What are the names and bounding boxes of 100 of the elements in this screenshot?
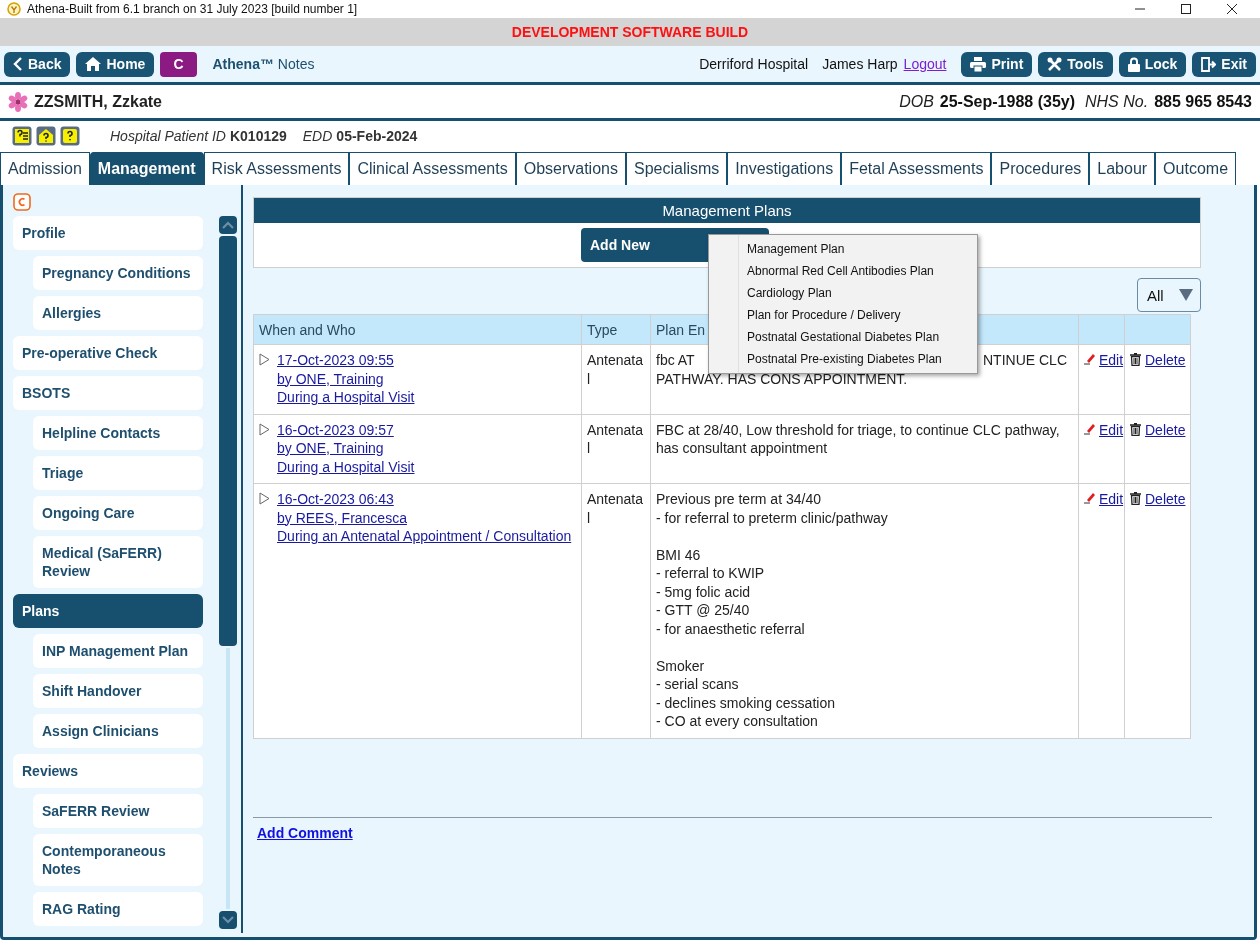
plan-text: NTINUE CLC	[983, 351, 1067, 370]
nav-item[interactable]: Plans	[13, 594, 203, 628]
menu-item[interactable]: Postnatal Pre-existing Diabetes Plan	[709, 348, 977, 370]
nav-subitem[interactable]: Contemporaneous Notes	[33, 834, 203, 886]
nav-item[interactable]: BSOTS	[13, 376, 203, 410]
author-link[interactable]: by REES, Francesca	[277, 508, 407, 527]
nav-subitem[interactable]: Medical (SaFERR) Review	[33, 536, 203, 588]
filter-dropdown[interactable]: All	[1137, 278, 1201, 312]
entry-date-link[interactable]: 16-Oct-2023 06:43	[277, 490, 394, 509]
tab[interactable]: Fetal Assessments	[841, 152, 992, 185]
edit-link[interactable]: Edit	[1099, 351, 1124, 370]
tab[interactable]: Specialisms	[625, 152, 728, 185]
nav-subitem[interactable]: INP Management Plan	[33, 634, 203, 668]
toolbar-button[interactable]: Print	[961, 51, 1033, 77]
questionnaire-flag-icon[interactable]	[12, 125, 32, 146]
plan-text: - GTT @ 25/40	[656, 602, 750, 618]
scrollbar-thumb[interactable]	[219, 236, 237, 646]
tab[interactable]: Labour	[1089, 152, 1156, 185]
nav-subitem[interactable]: Assign Clinicians	[33, 714, 203, 748]
section-title: Management Plans	[662, 202, 792, 219]
app-icon	[7, 2, 21, 16]
edit-link[interactable]: Edit	[1099, 420, 1124, 439]
plan-text: - declines smoking cessation	[656, 694, 835, 711]
nav-subitem[interactable]: Helpline Contacts	[33, 416, 203, 450]
nav-item[interactable]: Reviews	[13, 754, 203, 788]
expand-icon[interactable]	[259, 353, 270, 366]
type-cell-text: Antenatal	[587, 351, 645, 388]
nhs-value: 885 965 8543	[1154, 92, 1252, 111]
hospital-id-label: Hospital Patient ID	[110, 127, 226, 144]
logout-link[interactable]: Logout	[903, 56, 947, 72]
expand-icon[interactable]	[259, 492, 270, 505]
context-button[interactable]: C	[160, 51, 197, 77]
nav-item[interactable]: Profile	[13, 216, 203, 250]
nav-subitem[interactable]: Triage	[33, 456, 203, 490]
context-link[interactable]: During an Antenatal Appointment / Consultation	[277, 527, 572, 546]
maximize-icon[interactable]	[1180, 3, 1192, 15]
note-flag-icon[interactable]	[60, 125, 80, 146]
context-link[interactable]: During a Hospital Visit	[277, 388, 415, 407]
tab[interactable]: Clinical Assessments	[349, 152, 516, 185]
entry-date-link[interactable]: 16-Oct-2023 09:57	[277, 420, 394, 439]
trash-icon[interactable]	[1130, 492, 1141, 505]
plan-text: - 5mg folic acid	[656, 583, 751, 600]
toolbar-button[interactable]: Lock	[1118, 51, 1187, 77]
hospital-name: Derriford Hospital	[699, 56, 809, 72]
menu-item[interactable]: Abnormal Red Cell Antibodies Plan	[709, 260, 977, 282]
edit-link[interactable]: Edit	[1099, 490, 1124, 509]
nav-subitem[interactable]: RAG Rating	[33, 892, 203, 926]
add-comment-link[interactable]: Add Comment	[257, 825, 353, 841]
nav-button[interactable]: Home	[76, 51, 155, 77]
pencil-icon[interactable]	[1084, 353, 1095, 365]
nav-subitem[interactable]: Shift Handover	[33, 674, 203, 708]
menu-item[interactable]: Cardiology Plan	[709, 282, 977, 304]
scroll-down-icon[interactable]	[222, 916, 234, 924]
plan-text: fbc AT	[656, 351, 695, 370]
nav-subitem[interactable]: Ongoing Care	[33, 496, 203, 530]
entry-date-link[interactable]: 17-Oct-2023 09:55	[277, 351, 394, 370]
trash-icon[interactable]	[1130, 353, 1141, 366]
nav-subitem[interactable]: SaFERR Review	[33, 794, 203, 828]
expand-icon[interactable]	[259, 422, 270, 436]
tools-icon	[1047, 56, 1063, 72]
toolbar-button[interactable]: Exit	[1192, 51, 1256, 77]
toolbar-button[interactable]: Tools	[1038, 51, 1113, 77]
plan-text: - for referral to preterm clinic/pathway	[656, 509, 888, 526]
plan-text: has consultant appointment	[656, 440, 828, 456]
nav-subitem[interactable]: Allergies	[33, 296, 203, 330]
scroll-up-icon[interactable]	[222, 221, 234, 229]
tab[interactable]: Observations	[515, 152, 626, 185]
menu-item[interactable]: Postnatal Gestational Diabetes Plan	[709, 326, 977, 348]
nav-button[interactable]: Back	[4, 51, 71, 77]
tab[interactable]: Management	[89, 152, 204, 185]
build-notice-text: DEVELOPMENT SOFTWARE BUILD	[511, 24, 749, 40]
pencil-icon[interactable]	[1084, 422, 1095, 435]
plan-text: BMI 46	[656, 546, 701, 563]
delete-link[interactable]: Delete	[1145, 351, 1186, 370]
close-icon[interactable]	[1226, 3, 1238, 15]
home-icon	[85, 57, 102, 71]
trash-icon[interactable]	[1130, 422, 1141, 436]
nav-subitem[interactable]: Pregnancy Conditions	[33, 256, 203, 290]
lock-icon	[1127, 56, 1140, 72]
print-icon	[970, 56, 987, 72]
tab[interactable]: Investigations	[727, 152, 842, 185]
edd-value: 05-Feb-2024	[336, 127, 418, 144]
context-link[interactable]: During a Hospital Visit	[277, 457, 415, 476]
tab[interactable]: Procedures	[991, 152, 1090, 185]
author-link[interactable]: by ONE, Training	[277, 439, 384, 458]
pencil-icon[interactable]	[1084, 492, 1095, 504]
plan-text: FBC at 28/40, Low threshold for triage, to continue CLC pathway,	[656, 421, 1060, 438]
delete-link[interactable]: Delete	[1145, 490, 1186, 509]
tab[interactable]: Outcome	[1155, 152, 1237, 185]
tab[interactable]: Admission	[0, 152, 90, 185]
alert-flag-icon[interactable]	[36, 125, 56, 146]
author-link[interactable]: by ONE, Training	[277, 369, 384, 388]
plan-text: Smoker	[656, 657, 705, 674]
nav-item[interactable]: Pre-operative Check	[13, 336, 203, 370]
plan-text: - referral to KWIP	[656, 565, 765, 581]
tab[interactable]: Risk Assessments	[203, 152, 350, 185]
nhs-label: NHS No.	[1085, 92, 1149, 111]
edd-label: EDD	[302, 127, 333, 144]
delete-link[interactable]: Delete	[1145, 420, 1186, 439]
user-name: James Harp	[822, 56, 898, 72]
